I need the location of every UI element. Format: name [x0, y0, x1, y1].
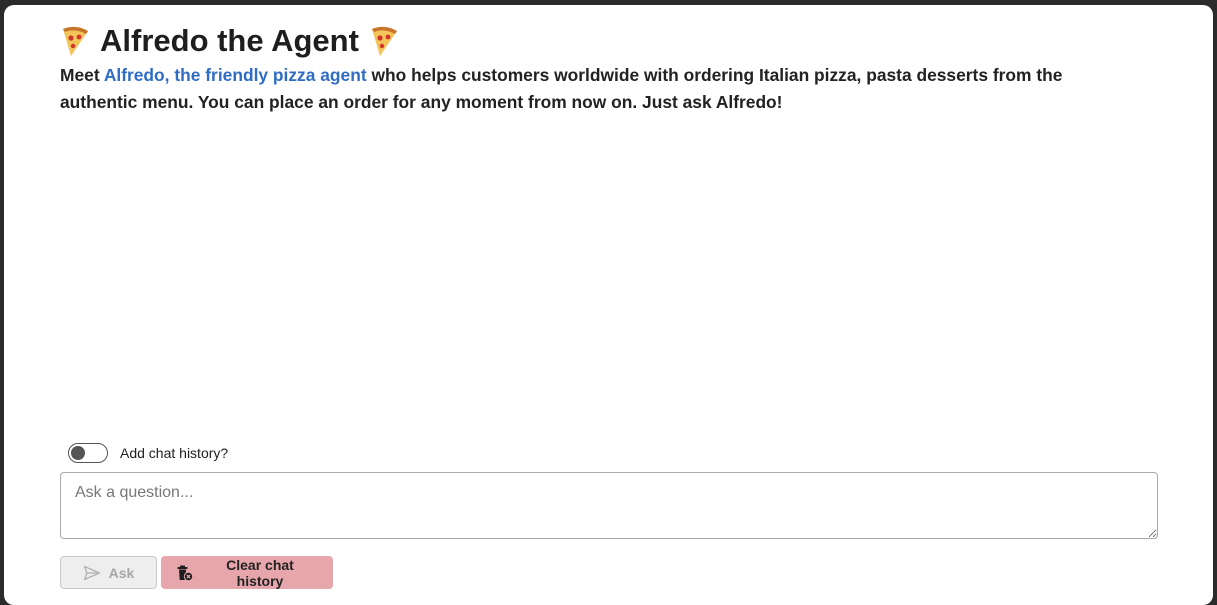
pizza-icon [60, 25, 90, 57]
intro-prefix: Meet [60, 65, 104, 85]
ask-button-label: Ask [108, 564, 135, 581]
send-icon [83, 565, 101, 581]
question-input[interactable] [60, 472, 1158, 539]
chat-history-label: Add chat history? [120, 445, 229, 461]
clear-chat-history-button[interactable]: Clear chat history [161, 556, 333, 589]
toggle-knob [71, 446, 85, 460]
alfredo-link[interactable]: Alfredo, the friendly pizza agent [104, 65, 367, 85]
pizza-icon [369, 25, 399, 57]
clear-button-label: Clear chat history [226, 556, 294, 589]
chat-history-toggle[interactable] [68, 443, 108, 463]
ask-button[interactable]: Ask [60, 556, 157, 589]
intro-text: Meet Alfredo, the friendly pizza agent w… [60, 62, 1120, 116]
trash-icon [176, 564, 194, 582]
chat-history-toggle-row: Add chat history? [68, 443, 228, 463]
action-buttons: Ask Clear chat history [60, 556, 333, 589]
app-window: Alfredo the Agent Meet Alfredo, the frie… [4, 5, 1213, 605]
page-title-text: Alfredo the Agent [100, 23, 359, 58]
page-title: Alfredo the Agent [60, 23, 399, 59]
